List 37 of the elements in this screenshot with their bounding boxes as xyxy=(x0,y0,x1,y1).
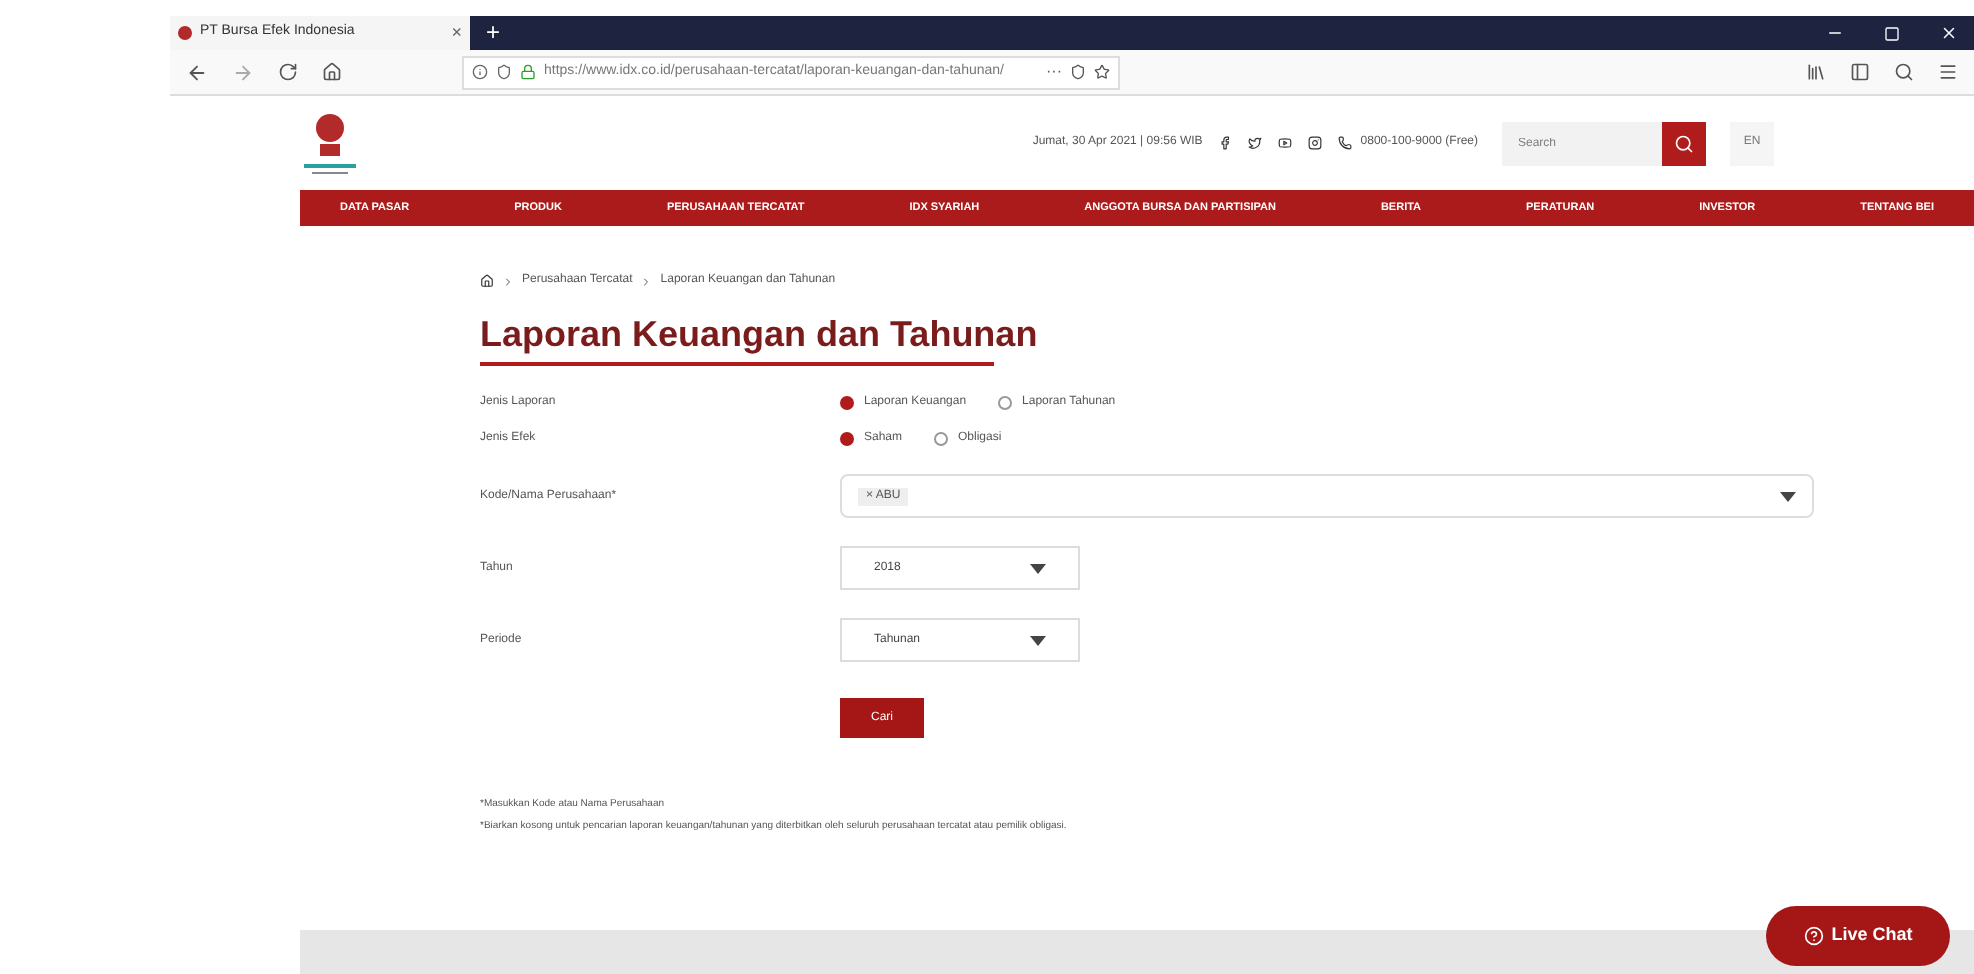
phone-icon xyxy=(1338,136,1353,150)
back-icon[interactable] xyxy=(186,61,208,83)
caret-icon xyxy=(1030,635,1046,645)
facebook-icon[interactable] xyxy=(1218,136,1233,150)
close-icon[interactable] xyxy=(1940,24,1958,42)
radio-button[interactable] xyxy=(840,431,854,445)
live-chat-button[interactable]: Live Chat xyxy=(1766,906,1950,966)
help-icon xyxy=(1803,926,1824,946)
caret-icon xyxy=(1780,491,1796,501)
lock-icon xyxy=(520,64,536,80)
page-title: Laporan Keuangan dan Tahunan xyxy=(480,312,1038,358)
star-icon[interactable] xyxy=(1094,64,1110,80)
home-icon[interactable] xyxy=(322,62,342,82)
search-icon xyxy=(1674,133,1694,153)
page-actions-icon[interactable]: ··· xyxy=(1046,60,1062,84)
close-icon[interactable]: × xyxy=(451,19,462,47)
chevron-icon xyxy=(502,275,514,287)
youtube-icon[interactable] xyxy=(1278,136,1293,150)
radio-button[interactable] xyxy=(998,395,1013,409)
reload-icon[interactable] xyxy=(278,62,298,82)
twitter-icon[interactable] xyxy=(1248,136,1263,150)
search-button[interactable] xyxy=(1662,121,1706,165)
menu-icon[interactable] xyxy=(1938,62,1958,82)
radio-button[interactable] xyxy=(840,395,854,409)
sidebar-icon[interactable] xyxy=(1850,62,1870,82)
info-icon xyxy=(472,64,488,80)
instagram-icon[interactable] xyxy=(1308,136,1323,150)
radio-button[interactable] xyxy=(934,431,949,445)
site-logo xyxy=(300,109,360,177)
chevron-icon xyxy=(640,275,653,287)
maximize-icon[interactable] xyxy=(1884,25,1900,41)
home-icon[interactable] xyxy=(480,274,494,288)
site-favicon xyxy=(178,26,192,40)
library-icon[interactable] xyxy=(1806,62,1826,82)
new-tab-button[interactable]: + xyxy=(486,16,501,50)
shield-icon xyxy=(496,64,512,80)
caret-icon xyxy=(1030,563,1046,573)
